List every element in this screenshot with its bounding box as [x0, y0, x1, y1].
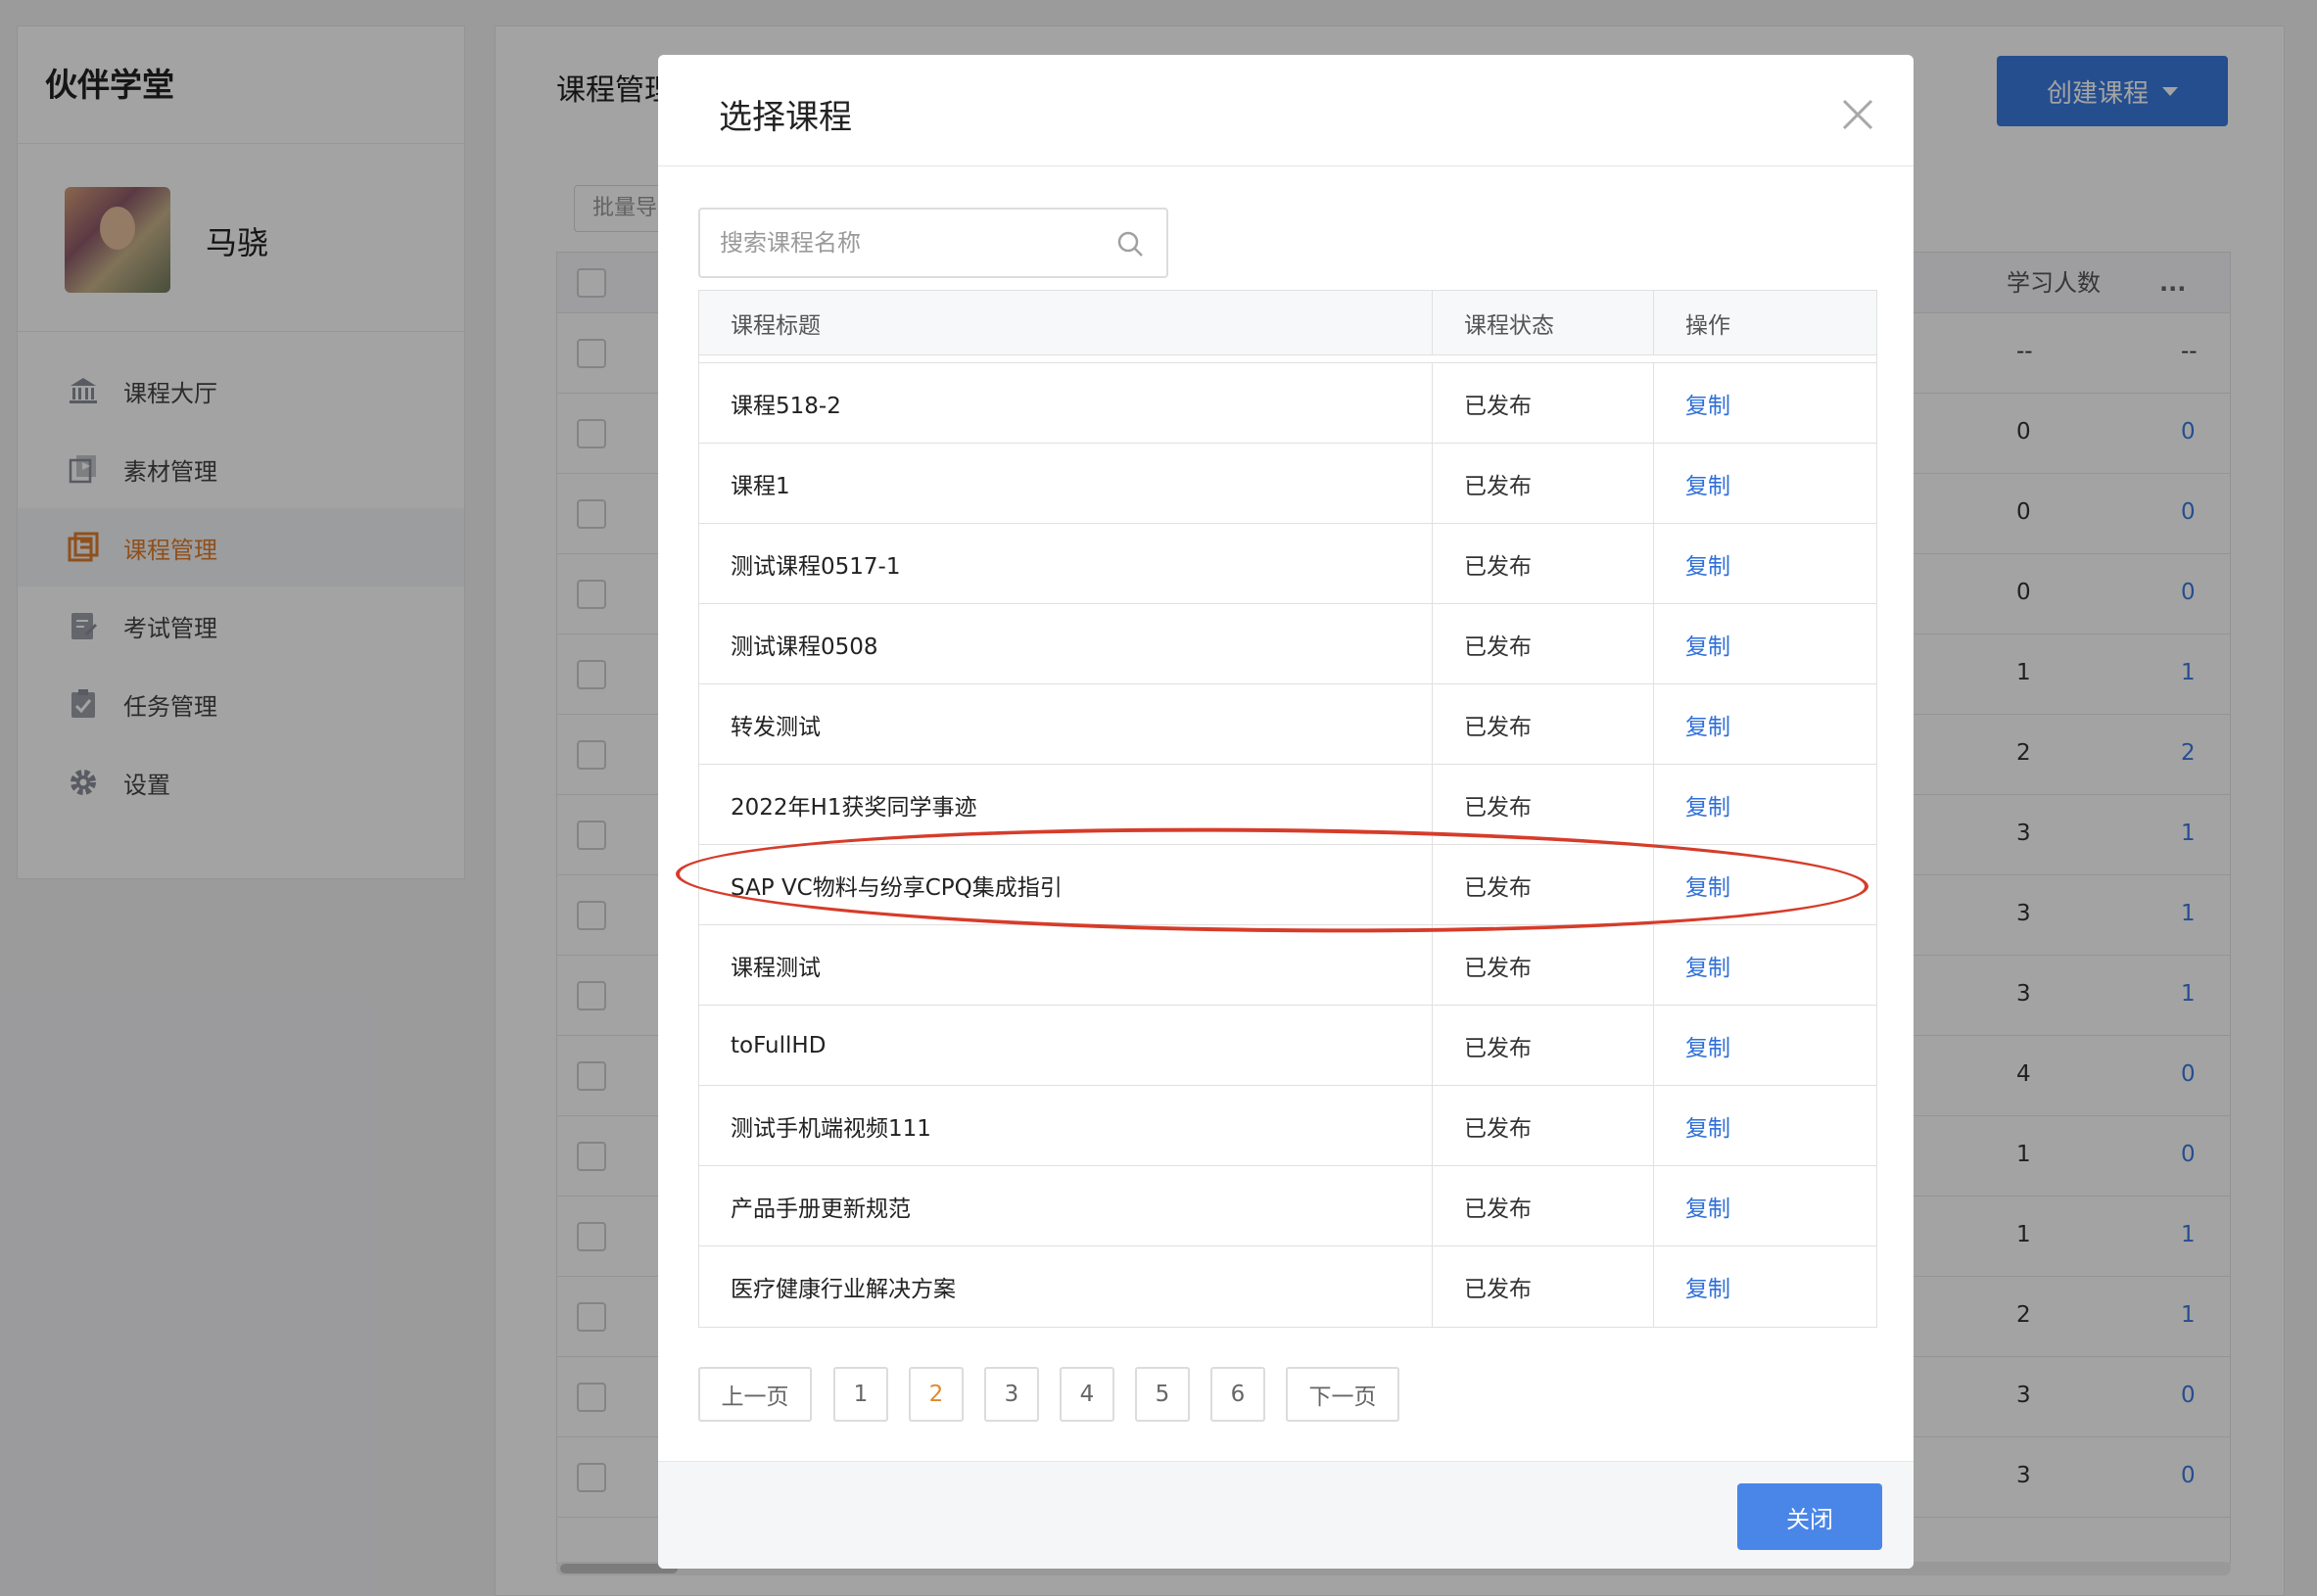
course-title-cell: SAP VC物料与纷享CPQ集成指引 [699, 845, 1433, 924]
page-button-6[interactable]: 6 [1210, 1367, 1265, 1422]
course-status-cell: 已发布 [1433, 604, 1654, 683]
page-button-2[interactable]: 2 [909, 1367, 964, 1422]
course-title-cell: 2022年H1获奖同学事迹 [699, 765, 1433, 844]
copy-link[interactable]: 复制 [1654, 444, 1876, 523]
column-header-status: 课程状态 [1433, 291, 1654, 354]
course-select-table-header: 课程标题 课程状态 操作 [699, 291, 1876, 355]
pagination: 上一页 1 2 3 4 5 6 下一页 [698, 1367, 1399, 1422]
table-row: 课程518-2 已发布 复制 [699, 363, 1876, 444]
prev-page-button[interactable]: 上一页 [698, 1367, 812, 1422]
course-status-cell: 已发布 [1433, 363, 1654, 443]
close-button[interactable]: 关闭 [1737, 1483, 1882, 1550]
course-status-cell: 已发布 [1433, 524, 1654, 603]
column-header-title: 课程标题 [699, 291, 1433, 354]
course-status-cell: 已发布 [1433, 1166, 1654, 1245]
table-row: 2022年H1获奖同学事迹 已发布 复制 [699, 765, 1876, 845]
dialog-footer: 关闭 [658, 1461, 1914, 1569]
table-row: toFullHD 已发布 复制 [699, 1006, 1876, 1086]
course-select-table-body: 课程518-2 已发布 复制 课程1 已发布 复制 测试课程0517-1 已发布 复制 测试课程0… [699, 363, 1876, 1327]
search-input[interactable] [720, 229, 1111, 257]
course-status-cell: 已发布 [1433, 925, 1654, 1005]
page-button-5[interactable]: 5 [1135, 1367, 1190, 1422]
table-row-highlighted: SAP VC物料与纷享CPQ集成指引 已发布 复制 [699, 845, 1876, 925]
copy-link[interactable]: 复制 [1654, 363, 1876, 443]
copy-link[interactable]: 复制 [1654, 845, 1876, 924]
table-row: 课程1 已发布 复制 [699, 444, 1876, 524]
course-status-cell: 已发布 [1433, 1006, 1654, 1085]
course-title-cell: 课程1 [699, 444, 1433, 523]
copy-link[interactable]: 复制 [1654, 684, 1876, 764]
copy-link[interactable]: 复制 [1654, 765, 1876, 844]
course-select-table: 课程标题 课程状态 操作 课程518-2 已发布 复制 课程1 已发布 复制 测试课程051… [698, 290, 1877, 1328]
course-title-cell: toFullHD [699, 1006, 1433, 1085]
copy-link[interactable]: 复制 [1654, 604, 1876, 683]
page-button-4[interactable]: 4 [1060, 1367, 1114, 1422]
course-title-cell: 测试课程0517-1 [699, 524, 1433, 603]
dialog-header: 选择课程 [658, 55, 1914, 166]
table-row: 产品手册更新规范 已发布 复制 [699, 1166, 1876, 1246]
next-page-button[interactable]: 下一页 [1286, 1367, 1399, 1422]
copy-link[interactable]: 复制 [1654, 1086, 1876, 1165]
table-row: 测试课程0517-1 已发布 复制 [699, 524, 1876, 604]
page-button-1[interactable]: 1 [833, 1367, 888, 1422]
course-title-cell: 测试课程0508 [699, 604, 1433, 683]
close-icon[interactable] [1841, 98, 1874, 131]
course-title-cell: 产品手册更新规范 [699, 1166, 1433, 1245]
page-button-3[interactable]: 3 [984, 1367, 1039, 1422]
dialog-title: 选择课程 [719, 98, 852, 137]
course-title-cell: 课程518-2 [699, 363, 1433, 443]
course-title-cell: 课程测试 [699, 925, 1433, 1005]
table-row: 测试课程0508 已发布 复制 [699, 604, 1876, 684]
search-icon[interactable] [1115, 229, 1145, 258]
column-header-action: 操作 [1685, 312, 1730, 339]
course-title-cell: 转发测试 [699, 684, 1433, 764]
select-course-dialog: 选择课程 课程标题 课程状态 操作 课程518-2已发布复制课程1已发布复制测试… [658, 55, 1914, 1569]
copy-link[interactable]: 复制 [1654, 1166, 1876, 1245]
copy-link[interactable]: 复制 [1654, 1246, 1876, 1327]
table-row: 测试手机端视频111 已发布 复制 [699, 1086, 1876, 1166]
course-status-cell: 已发布 [1433, 1246, 1654, 1327]
course-status-cell: 已发布 [1433, 444, 1654, 523]
course-status-cell: 已发布 [1433, 684, 1654, 764]
copy-link[interactable]: 复制 [1654, 925, 1876, 1005]
course-title-cell: 医疗健康行业解决方案 [699, 1246, 1433, 1327]
course-status-cell: 已发布 [1433, 845, 1654, 924]
copy-link[interactable]: 复制 [1654, 524, 1876, 603]
course-status-cell: 已发布 [1433, 1086, 1654, 1165]
table-scroll-gap [699, 355, 1876, 363]
table-row: 医疗健康行业解决方案 已发布 复制 [699, 1246, 1876, 1327]
table-row: 课程测试 已发布 复制 [699, 925, 1876, 1006]
copy-link[interactable]: 复制 [1654, 1006, 1876, 1085]
search-field [698, 208, 1168, 278]
course-title-cell: 测试手机端视频111 [699, 1086, 1433, 1165]
table-row: 转发测试 已发布 复制 [699, 684, 1876, 765]
course-status-cell: 已发布 [1433, 765, 1654, 844]
